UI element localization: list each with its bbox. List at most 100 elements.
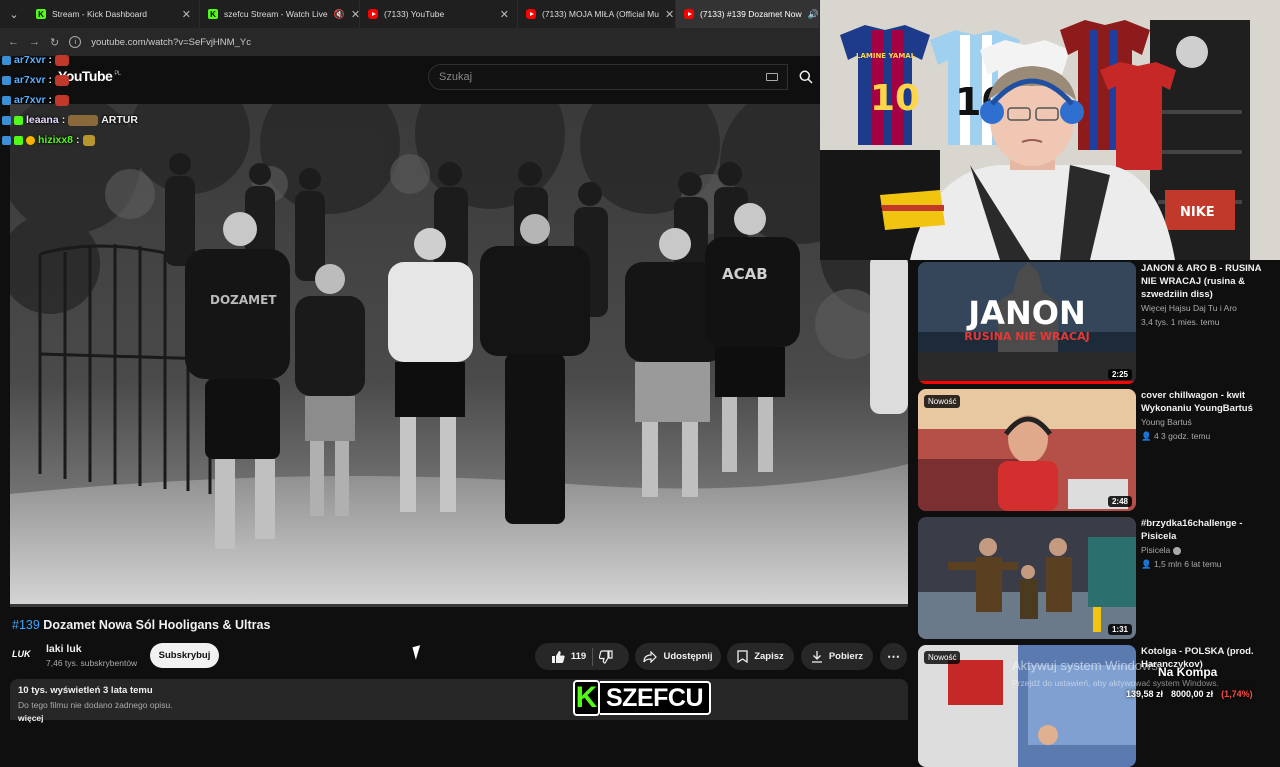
chat-message: ar7xvr : [2,70,202,90]
tab-kick-dashboard[interactable]: K Stream - Kick Dashboard ✕ [28,0,200,28]
video-progress-bar[interactable] [10,604,908,607]
jersey-name-text: LAMINE YAMAL [856,52,916,60]
recommendation-channel[interactable]: Więcej Hajsu Daj Tu i Aro [1141,303,1237,313]
tab-label: (7133) #139 Dozamet Now [700,9,802,19]
chat-message: leaana : ARTUR [2,110,202,130]
forward-icon[interactable]: → [29,36,40,48]
view-count: 10 tys. wyświetleń 3 lata temu [18,685,153,696]
save-label: Zapisz [754,651,784,662]
chat-badge-icon [2,115,11,125]
hashtag-link[interactable]: #139 [12,618,40,632]
recommendation-item[interactable]: 1:31 #brzydka16challenge - Pisicela Pisi… [918,515,1280,639]
download-button[interactable]: Pobierz [801,643,873,670]
recommendation-meta: 👤 4 3 godz. temu [1141,431,1210,442]
recommendation-meta: 👤 1,5 mln 6 lat temu [1141,559,1222,570]
chat-message: ar7xvr : [2,90,202,110]
tab-label: szefcu Stream - Watch Live [224,9,328,19]
muted-icon[interactable]: 🔇 [334,9,345,20]
tab-youtube-moja-mila[interactable]: (7133) MOJA MIŁA (Official Mu ✕ [518,0,676,28]
chat-username: hizixx8 [38,134,74,146]
url-text[interactable]: youtube.com/watch?v=SeFvjHNM_Yc [91,37,251,48]
chat-username: ar7xvr [14,74,46,86]
chat-username: ar7xvr [14,54,46,66]
goal-title: Na Kompa [1158,665,1218,679]
devil-emote-icon [55,74,70,86]
tab-youtube-home[interactable]: (7133) YouTube ✕ [360,0,518,28]
verified-icon [1172,546,1181,555]
chat-message: hizixx8 : [2,130,202,150]
tab-close-icon[interactable]: ✕ [500,8,509,21]
description-more-link[interactable]: więcej [18,713,900,723]
share-icon [643,650,658,663]
chat-badge-icon [26,135,35,145]
new-badge: Nowość [924,651,961,664]
mouse-cursor-icon [412,645,424,660]
keyboard-icon[interactable] [766,73,778,81]
emote-icon [68,114,99,126]
chat-badge-icon [2,135,11,145]
tab-close-icon[interactable]: ✕ [665,8,674,21]
more-actions-button[interactable]: ⋯ [880,643,907,670]
thumbs-down-icon[interactable] [599,649,613,664]
tab-label: (7133) YouTube [384,9,445,19]
chat-badge-icon [2,55,11,65]
speaker-icon[interactable]: 🔊 [808,9,819,20]
subscribe-button[interactable]: Subskrybuj [150,643,219,668]
back-icon[interactable]: ← [8,36,19,48]
recommendation-title[interactable]: JANON & ARO B - RUSINA NIE WRACAJ (rusin… [1141,262,1277,301]
site-info-icon[interactable]: i [69,36,82,48]
thumbnail-title: JANON [966,294,1085,332]
recommendation-channel[interactable]: Young Bartuś [1141,417,1192,427]
channel-name[interactable]: laki luk [46,643,82,655]
devil-emote-icon [55,54,70,66]
recommendations-panel: JANON RUSINA NIE WRACAJ 2:25 JANON & ARO… [918,260,1280,767]
recommendation-thumbnail[interactable]: JANON RUSINA NIE WRACAJ 2:25 [918,262,1136,384]
channel-subscribers: 7,46 tys. subskrybentów [46,658,138,668]
video-duration: 2:48 [1107,496,1132,507]
save-button[interactable]: Zapisz [727,643,794,670]
divider [592,647,594,666]
tab-list-chevron-icon[interactable]: ⌄ [0,0,28,28]
recommendation-title[interactable]: #brzydka16challenge - Pisicela [1141,517,1277,543]
chat-username: ar7xvr [14,94,46,106]
video-duration: 1:31 [1107,624,1132,635]
video-player[interactable]: DOZAMET ACAB [10,104,908,606]
description-text: Do tego filmu nie dodano żadnego opisu. [18,700,173,710]
recommendation-thumbnail[interactable]: 1:31 [918,517,1136,639]
chat-badge-icon [14,135,23,145]
goal-current: 139,58 zł [1126,689,1164,699]
goal-progress: 139,58 zł 8000,00 zł (1,74%) [1126,689,1253,699]
recommendation-meta-text: 1,5 mln 6 lat temu [1153,559,1222,569]
recommendation-item[interactable]: Nowość 2:48 cover chillwagon - kwit Wyko… [918,387,1280,511]
share-button[interactable]: Udostępnij [635,643,721,670]
youtube-favicon-icon [526,9,536,19]
search-button[interactable] [792,64,820,90]
windows-activation-text: Przejdź do ustawień, aby aktywować syste… [1012,678,1219,688]
person-icon: 👤 [1141,431,1154,441]
recommendation-channel[interactable]: Pisicela [1141,545,1181,555]
tab-youtube-dozamet[interactable]: (7133) #139 Dozamet Now 🔊 ✕ [676,0,820,28]
tab-close-icon[interactable]: ✕ [351,8,359,21]
chat-separator: : [76,134,80,146]
recommendation-title[interactable]: cover chillwagon - kwit Wykonaniu YoungB… [1141,389,1277,415]
tab-close-icon[interactable]: ✕ [182,8,191,21]
reload-icon[interactable]: ↻ [50,36,59,49]
shirt-print-text: DOZAMET [210,293,277,307]
video-frame: DOZAMET ACAB [10,104,908,606]
kick-favicon-icon: K [36,9,46,19]
search-input[interactable]: Szukaj [428,64,788,90]
thumbs-up-icon[interactable] [551,650,565,664]
chat-username: leaana [26,114,59,126]
chat-separator: : [48,74,53,86]
recommendation-thumbnail[interactable]: Nowość 2:48 [918,389,1136,511]
kick-channel-logo: K SZEFCU [573,678,711,718]
like-dislike-group: 119 [535,643,629,670]
channel-avatar[interactable]: LUK [12,645,36,663]
description-box[interactable]: 10 tys. wyświetleń 3 lata temu Do tego f… [10,679,908,723]
chat-text: ARTUR [101,114,138,126]
video-duration: 2:25 [1107,369,1132,380]
recommendation-item[interactable]: JANON RUSINA NIE WRACAJ 2:25 JANON & ARO… [918,260,1280,384]
tab-kick-stream[interactable]: K szefcu Stream - Watch Live 🔇 ✕ [200,0,360,28]
like-count[interactable]: 119 [571,651,586,662]
youtube-favicon-icon [684,9,694,19]
